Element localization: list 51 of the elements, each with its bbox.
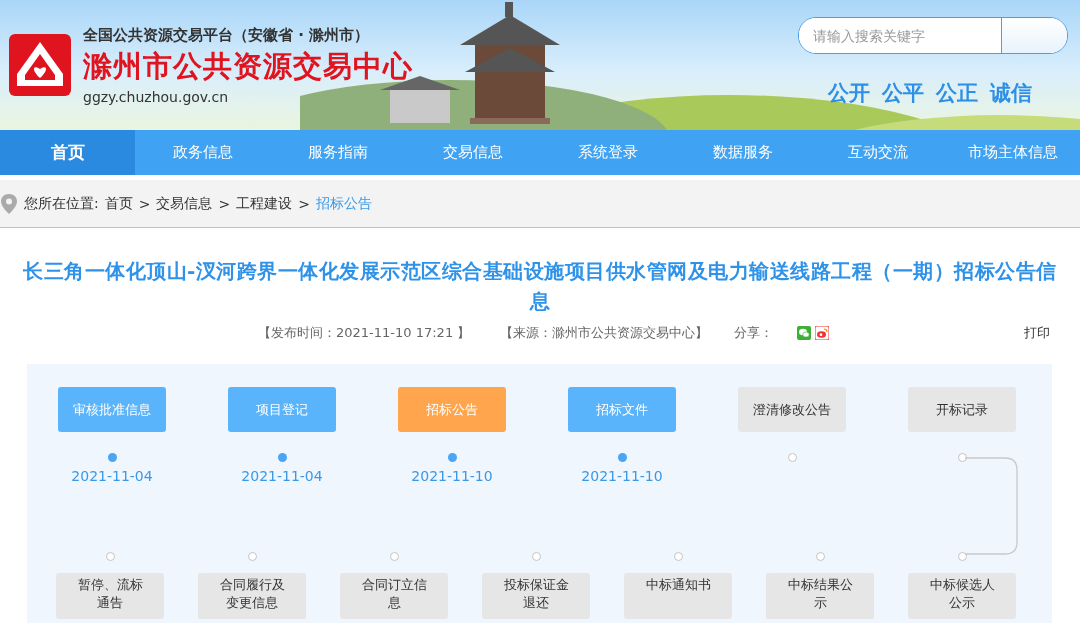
article-source: 【来源：滁州市公共资源交易中心】 xyxy=(500,324,709,342)
timeline-dot xyxy=(107,453,117,462)
breadcrumb-link[interactable]: 首页 xyxy=(104,194,133,213)
step-date: 2021-11-04 xyxy=(241,468,323,486)
timeline-dot xyxy=(815,552,825,561)
breadcrumb-link[interactable]: 交易信息 xyxy=(156,194,213,213)
slogan-text: 公开 xyxy=(828,80,870,107)
process-step-button[interactable]: 开标记录 xyxy=(908,387,1016,432)
timeline-dot xyxy=(277,453,287,462)
chat-share-icon[interactable] xyxy=(797,326,812,340)
share-label: 分享： xyxy=(734,324,774,342)
timeline-dot xyxy=(447,453,457,462)
nav-tab[interactable]: 首页 xyxy=(0,130,135,175)
timeline-dot xyxy=(617,453,627,462)
slogan-text: 公平 xyxy=(882,80,924,107)
site-domain: ggzy.chuzhou.gov.cn xyxy=(83,88,230,105)
timeline-dot xyxy=(787,453,797,462)
process-step-button[interactable]: 中标候选人公示 xyxy=(908,573,1016,619)
weibo-share-icon[interactable] xyxy=(815,326,830,340)
slogan-text: 公正 xyxy=(936,80,978,107)
process-step-button[interactable]: 中标通知书 xyxy=(624,573,732,619)
process-step-button[interactable]: 合同履行及变更信息 xyxy=(198,573,306,619)
process-step-button[interactable]: 澄清修改公告 xyxy=(738,387,846,432)
slogan-text: 诚信 xyxy=(990,80,1032,107)
breadcrumb-separator: > xyxy=(218,195,231,212)
site-title: 滁州市公共资源交易中心 xyxy=(83,47,413,85)
timeline-dot xyxy=(389,552,399,561)
logo-icon xyxy=(9,34,71,96)
timeline-dot xyxy=(957,453,967,462)
timeline-dot xyxy=(531,552,541,561)
publish-time: 【发布时间：2021-11-10 17:21 】 xyxy=(258,324,471,342)
process-step-button[interactable]: 中标结果公示 xyxy=(766,573,874,619)
breadcrumb-separator: > xyxy=(298,195,310,212)
step-date: 2021-11-10 xyxy=(411,468,493,486)
timeline-dot xyxy=(957,552,967,561)
timeline-dot xyxy=(247,552,257,561)
step-date: 2021-11-04 xyxy=(71,468,153,486)
process-step-button[interactable]: 合同订立信息 xyxy=(340,573,448,619)
breadcrumb-label: 您所在位置: xyxy=(24,194,99,213)
print-link[interactable]: 打印 xyxy=(1024,324,1050,342)
step-date: 2021-11-10 xyxy=(581,468,663,486)
process-step-button[interactable]: 投标保证金退还 xyxy=(482,573,590,619)
breadcrumb-separator: > xyxy=(138,195,151,212)
article-title: 长三角一体化顶山-汊河跨界一体化发展示范区综合基础设施项目供水管网及电力输送线路工程（一期）招标公告信息 xyxy=(22,258,1058,315)
timeline-dot xyxy=(105,552,115,561)
timeline-dot xyxy=(673,552,683,561)
process-step-button[interactable]: 暂停、流标通告 xyxy=(56,573,164,619)
breadcrumb-link[interactable]: 工程建设 xyxy=(236,194,293,213)
platform-title: 全国公共资源交易平台（安徽省 · 滁州市） xyxy=(83,25,371,45)
search-field[interactable]: 请输入搜索关键字 xyxy=(798,17,1068,54)
search-button[interactable] xyxy=(1001,18,1067,53)
